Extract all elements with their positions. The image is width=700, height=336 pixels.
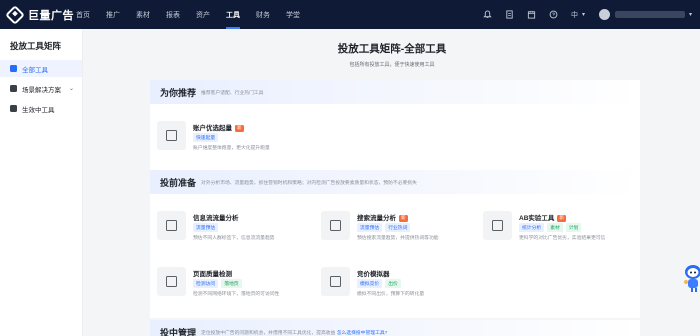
flask-icon xyxy=(157,267,186,296)
tool-tag: 行业热词 xyxy=(385,223,411,232)
top-navigation-bar: 巨量广告 首页 推广 素材 报表 资产 工具 财务 学堂 中 ▾ ▾ xyxy=(0,0,700,29)
sidebar-item-label: 生效中工具 xyxy=(22,106,55,114)
tool-tags: 统计分析 素材 计划 xyxy=(519,223,584,232)
sidebar-item-active-tools[interactable]: 生效中工具 xyxy=(0,100,82,117)
tool-tags: 流量预估 xyxy=(193,223,221,232)
section-desc: 定位投放中广告的问题和机会，并借用不同工具优化，提高收益 怎么选择投中管理工具? xyxy=(201,330,388,336)
tool-tag: 流量预估 xyxy=(357,223,383,232)
main-content: 投放工具矩阵-全部工具 包括所有投放工具，便于快速使用工具 为你推荐 推荐客户适… xyxy=(84,29,700,336)
tool-desc: 预估不同人群标签下，信息流流量趋势 xyxy=(193,236,275,241)
tool-card[interactable]: 搜索流量分析新 流量预估 行业热词 预估搜索流量趋势，并提供热词等功能 xyxy=(321,211,471,243)
tool-name: 竞价模拟器 xyxy=(357,271,390,278)
page-title: 投放工具矩阵-全部工具 xyxy=(337,43,447,55)
tool-name: AB实验工具新 xyxy=(519,214,566,222)
tool-tag: 检测访问 xyxy=(193,279,219,288)
tool-card[interactable]: 竞价模拟器 模拟竞价 出价 模拟不同出价，预算下的转化量 xyxy=(321,267,471,299)
nav-material[interactable]: 素材 xyxy=(136,0,150,29)
section-desc: 推荐客户适配、行业热门工具 xyxy=(201,90,264,96)
tool-tags: 检测访问 落地页 xyxy=(193,279,245,288)
tool-card[interactable]: 账户优选起量新 快速起量 账户维度整体跑量，更大化提升跑量 xyxy=(157,121,307,153)
tool-name: 账户优选起量新 xyxy=(193,124,244,132)
feed-icon xyxy=(157,211,186,240)
tool-desc: 账户维度整体跑量，更大化提升跑量 xyxy=(193,146,270,151)
section-title: 投中管理 xyxy=(160,327,197,336)
search-traffic-icon xyxy=(321,211,350,240)
logo[interactable]: 巨量广告 xyxy=(5,4,74,25)
account-name-redacted[interactable] xyxy=(614,11,685,18)
nav-report[interactable]: 报表 xyxy=(166,0,180,29)
tool-desc: 检测不同网络环境下，落地页的可访问性 xyxy=(193,292,280,297)
tool-tag: 计划 xyxy=(565,223,582,232)
language-switch[interactable]: 中 xyxy=(571,10,578,20)
avatar[interactable] xyxy=(598,9,610,20)
tool-tag: 素材 xyxy=(547,223,563,232)
new-badge: 新 xyxy=(557,214,566,222)
assistant-robot-icon[interactable] xyxy=(681,262,700,294)
top-right-actions: 中 ▾ ▾ xyxy=(471,0,692,29)
chevron-down-icon[interactable]: ▾ xyxy=(582,11,585,18)
nav-assets[interactable]: 资产 xyxy=(196,0,210,29)
sidebar-item-label: 全部工具 xyxy=(22,66,48,74)
section-header: 为你推荐 推荐客户适配、行业热门工具 xyxy=(150,80,640,104)
tool-desc: 预估搜索流量趋势，并提供热词等功能 xyxy=(357,236,439,241)
tool-name: 搜索流量分析新 xyxy=(357,214,408,222)
simulator-icon xyxy=(321,267,350,296)
tool-tag: 落地页 xyxy=(221,279,242,288)
tool-tag: 模拟竞价 xyxy=(357,279,383,288)
tool-tags: 快速起量 xyxy=(193,133,221,142)
tool-tag: 快速起量 xyxy=(193,133,219,142)
main-nav: 首页 推广 素材 报表 资产 工具 财务 学堂 xyxy=(76,0,316,29)
ab-test-icon xyxy=(483,211,512,240)
section-in-flight: 投中管理 定位投放中广告的问题和机会，并借用不同工具优化，提高收益 怎么选择投中… xyxy=(150,320,640,336)
chart-icon xyxy=(157,121,186,150)
new-badge: 新 xyxy=(399,214,408,222)
tool-card[interactable]: 信息流流量分析 流量预估 预估不同人群标签下，信息流流量趋势 xyxy=(157,211,307,243)
sidebar-item-label: 场景解决方案 xyxy=(22,86,61,94)
tool-name: 信息流流量分析 xyxy=(193,215,239,222)
tool-card[interactable]: 页面质量检测 检测访问 落地页 检测不同网络环境下，落地页的可访问性 xyxy=(157,267,307,299)
section-desc: 对外分析市场、流量趋势，抓住营销时机和策略；对内检测广告投放要素质量和状态，预防… xyxy=(201,180,417,186)
grid-icon xyxy=(10,65,17,72)
document-icon[interactable] xyxy=(505,10,515,20)
logo-text: 巨量广告 xyxy=(28,9,74,22)
section-header: 投中管理 定位投放中广告的问题和机会，并借用不同工具优化，提高收益 怎么选择投中… xyxy=(150,320,640,336)
tool-tags: 模拟竞价 出价 xyxy=(357,279,404,288)
tool-tag: 出价 xyxy=(385,279,401,288)
solution-icon xyxy=(10,85,17,92)
section-title: 投前准备 xyxy=(160,177,197,188)
help-link[interactable]: 怎么选择投中管理工具? xyxy=(337,331,388,336)
sidebar: 投放工具矩阵 全部工具 场景解决方案 ⌄ 生效中工具 xyxy=(0,29,83,336)
nav-promotion[interactable]: 推广 xyxy=(106,0,120,29)
new-badge: 新 xyxy=(235,124,244,132)
calendar-icon[interactable] xyxy=(527,10,537,20)
logo-mark-icon xyxy=(5,4,25,25)
chevron-down-icon[interactable]: ▾ xyxy=(689,11,692,18)
tool-tags: 流量预估 行业热词 xyxy=(357,223,413,232)
sidebar-title: 投放工具矩阵 xyxy=(10,41,62,51)
nav-home[interactable]: 首页 xyxy=(76,0,90,29)
section-title: 为你推荐 xyxy=(160,87,197,98)
tool-name: 页面质量检测 xyxy=(193,271,232,278)
chevron-down-icon[interactable]: ⌄ xyxy=(69,85,74,92)
help-icon[interactable] xyxy=(549,10,559,20)
sidebar-item-solutions[interactable]: 场景解决方案 ⌄ xyxy=(0,80,82,97)
page-subtitle: 包括所有投放工具，便于快速使用工具 xyxy=(349,62,435,68)
sidebar-item-all-tools[interactable]: 全部工具 xyxy=(0,60,82,77)
tool-card[interactable]: AB实验工具新 统计分析 素材 计划 更科学的对比广告优劣，实验结果更可信 xyxy=(483,211,633,243)
section-pre-launch: 投前准备 对外分析市场、流量趋势，抓住营销时机和策略；对内检测广告投放要素质量和… xyxy=(150,170,640,318)
tool-tag: 统计分析 xyxy=(519,223,545,232)
tool-desc: 更科学的对比广告优劣，实验结果更可信 xyxy=(519,236,606,241)
nav-finance[interactable]: 财务 xyxy=(256,0,270,29)
nav-tools[interactable]: 工具 xyxy=(226,0,240,29)
bell-icon[interactable] xyxy=(483,10,493,20)
monitor-icon xyxy=(10,105,17,112)
tool-desc: 模拟不同出价，预算下的转化量 xyxy=(357,292,425,297)
section-header: 投前准备 对外分析市场、流量趋势，抓住营销时机和策略；对内检测广告投放要素质量和… xyxy=(150,170,640,194)
tool-tag: 流量预估 xyxy=(193,223,219,232)
nav-academy[interactable]: 学堂 xyxy=(286,0,300,29)
